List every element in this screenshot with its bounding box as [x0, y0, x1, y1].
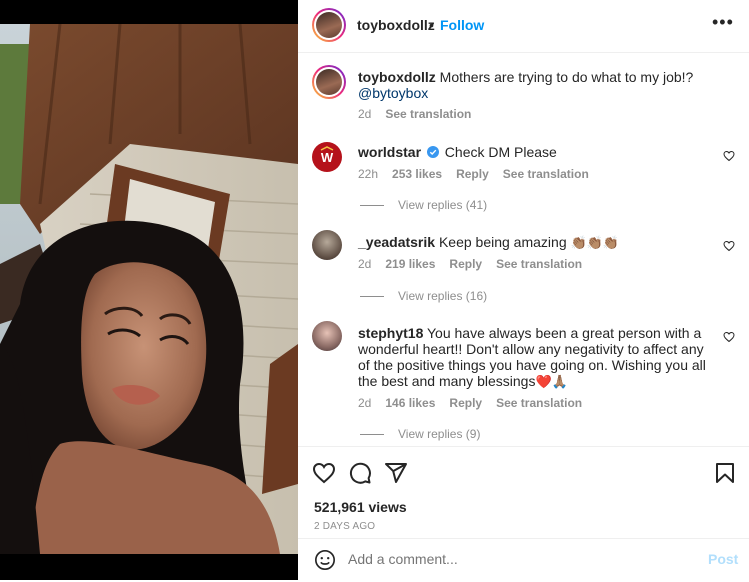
caption-see-translation[interactable]: See translation [385, 107, 471, 121]
more-options-icon[interactable]: ••• [712, 12, 734, 33]
add-comment-input[interactable] [348, 551, 678, 567]
comment-username[interactable]: worldstar [358, 144, 421, 160]
author-avatar[interactable] [312, 8, 346, 42]
comment-text: _yeadatsrik Keep being amazing 👏🏽👏🏽👏🏽 [358, 234, 713, 251]
view-replies-line [360, 433, 384, 435]
comment-body: Check DM Please [444, 144, 557, 160]
view-replies-line [360, 204, 384, 206]
comment-reply[interactable]: Reply [449, 396, 482, 410]
emoji-icon[interactable] [314, 549, 336, 571]
comment-time[interactable]: 22h [358, 167, 378, 181]
caption-body: Mothers are trying to do what to my job!… [439, 69, 694, 85]
comment-reply[interactable]: Reply [456, 167, 489, 181]
post-timestamp[interactable]: 2 DAYS AGO [314, 521, 375, 532]
comment-see-translation[interactable]: See translation [496, 257, 582, 271]
comment-see-translation[interactable]: See translation [496, 396, 582, 410]
view-replies-label: View replies (9) [398, 427, 481, 441]
caption-username[interactable]: toyboxdollz [358, 69, 436, 85]
caption-meta: 2d See translation [358, 107, 485, 121]
comment-meta: 22h 253 likes Reply See translation [358, 167, 603, 181]
selfie-image [0, 24, 298, 554]
post-photo [0, 24, 298, 554]
comment-likes[interactable]: 253 likes [392, 167, 442, 181]
bookmark-icon[interactable] [713, 461, 737, 485]
comment-meta: 2d 146 likes Reply See translation [358, 396, 596, 410]
author-username[interactable]: toyboxdollz [357, 17, 435, 33]
view-replies-label: View replies (41) [398, 198, 488, 212]
clap-emoji-icon: 👏🏽👏🏽👏🏽 [570, 235, 620, 250]
separator-dot: • [429, 17, 434, 33]
comment-like-heart-icon[interactable] [723, 240, 735, 252]
post-actions: 521,961 views 2 DAYS AGO Post [298, 446, 749, 581]
comment-like-heart-icon[interactable] [723, 331, 735, 343]
post-comment-button[interactable]: Post [708, 551, 738, 567]
comment-time[interactable]: 2d [358, 257, 371, 271]
comment-avatar-stephyt18[interactable] [312, 321, 342, 351]
views-count[interactable]: 521,961 views [314, 499, 407, 515]
view-replies-button[interactable]: View replies (41) [360, 198, 487, 212]
caption-mention[interactable]: @bytoybox [358, 85, 428, 101]
view-replies-label: View replies (16) [398, 289, 488, 303]
post-detail-panel: toyboxdollz • Follow ••• toyboxdollz Mot… [298, 0, 749, 580]
caption-avatar[interactable] [312, 65, 346, 99]
caption-time[interactable]: 2d [358, 107, 371, 121]
caption-text: toyboxdollz Mothers are trying to do wha… [358, 69, 713, 101]
comment-like-heart-icon[interactable] [723, 150, 735, 162]
view-replies-button[interactable]: View replies (16) [360, 289, 487, 303]
share-icon[interactable] [384, 461, 408, 485]
comment-username[interactable]: _yeadatsrik [358, 234, 435, 250]
comment-avatar-yeadatsrik[interactable] [312, 230, 342, 260]
follow-button[interactable]: Follow [440, 17, 484, 33]
view-replies-line [360, 295, 384, 297]
comment-icon[interactable] [348, 461, 372, 485]
comment-meta: 2d 219 likes Reply See translation [358, 257, 596, 271]
comment-text: stephyt18 You have always been a great p… [358, 325, 713, 390]
heart-icon[interactable] [312, 461, 336, 485]
comment-text: worldstar Check DM Please [358, 144, 713, 160]
post-media[interactable] [0, 0, 298, 580]
heart-pray-emoji-icon: ❤️🙏🏽 [535, 374, 568, 389]
worldstar-logo-icon: W [320, 146, 334, 165]
svg-text:W: W [321, 150, 334, 165]
comment-see-translation[interactable]: See translation [503, 167, 589, 181]
comment-time[interactable]: 2d [358, 396, 371, 410]
add-comment-bar: Post [298, 538, 749, 582]
post-header: toyboxdollz • Follow ••• [298, 0, 749, 53]
comment-likes[interactable]: 219 likes [385, 257, 435, 271]
view-replies-button[interactable]: View replies (9) [360, 427, 480, 441]
comment-avatar-worldstar[interactable]: W [312, 142, 342, 172]
comment-reply[interactable]: Reply [449, 257, 482, 271]
verified-badge-icon [426, 146, 439, 158]
comment-username[interactable]: stephyt18 [358, 325, 423, 341]
comment-body: Keep being amazing [438, 234, 567, 250]
comment-likes[interactable]: 146 likes [385, 396, 435, 410]
